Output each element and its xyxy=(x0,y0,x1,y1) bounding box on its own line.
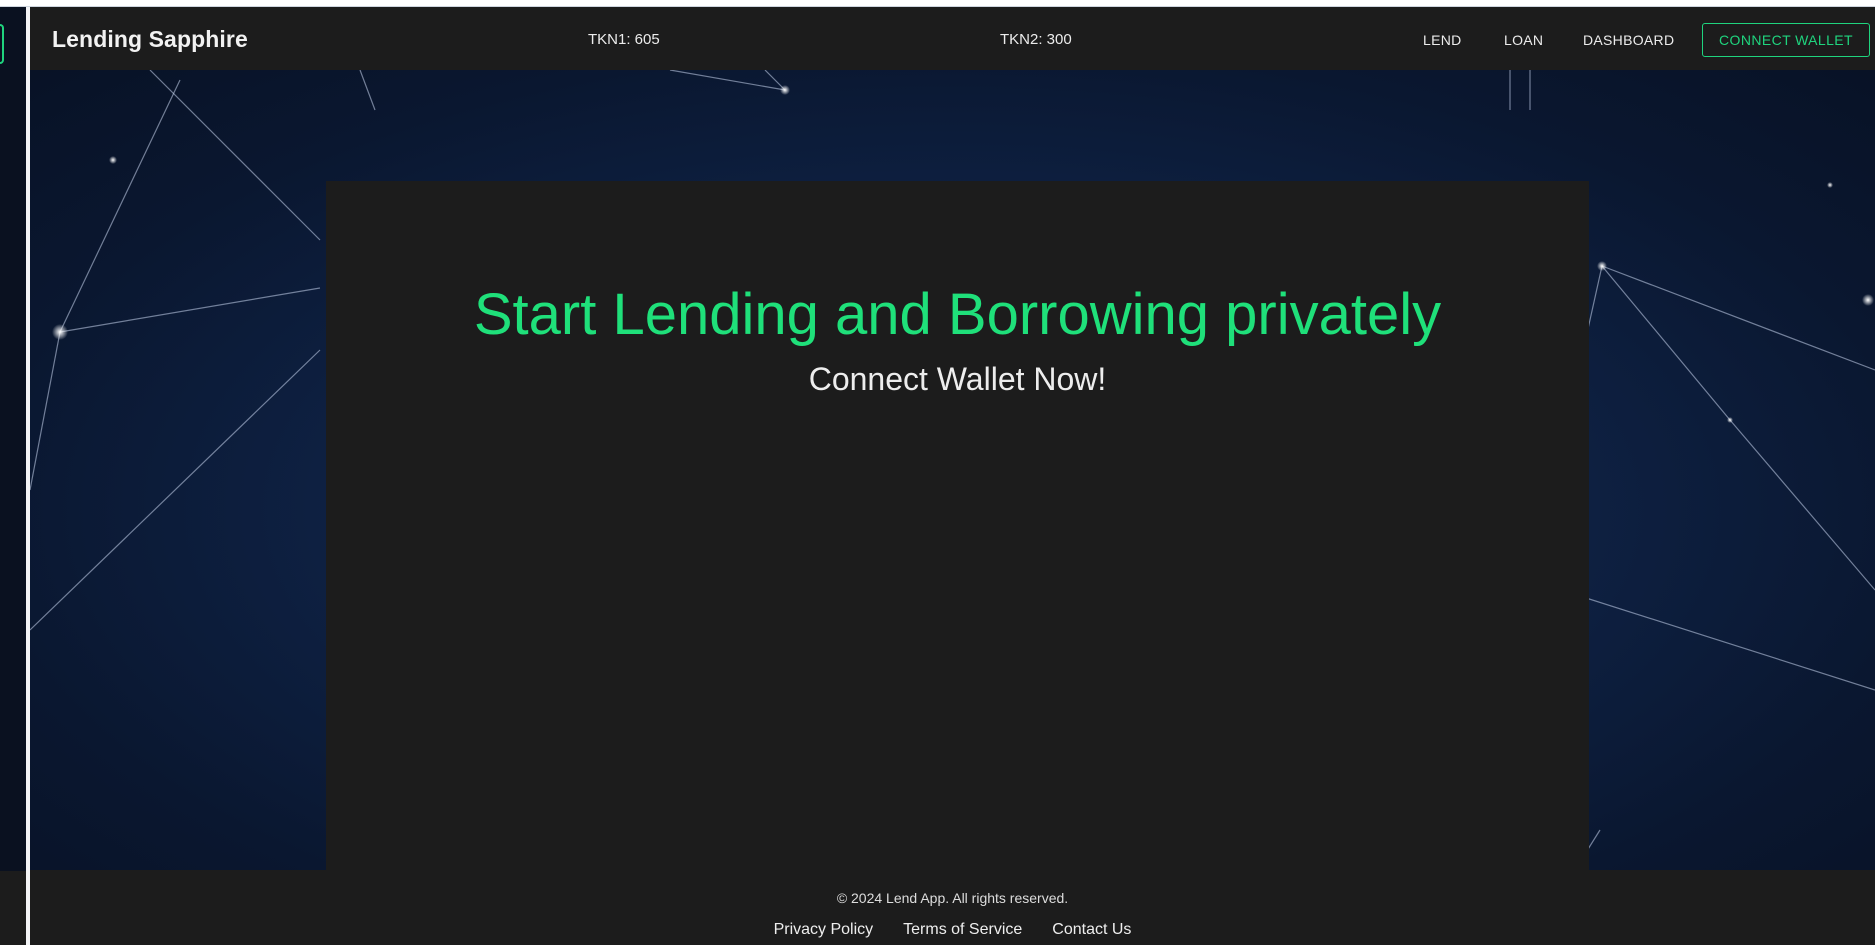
footer-link-contact-us[interactable]: Contact Us xyxy=(1052,921,1131,939)
hero-background: Start Lending and Borrowing privately Co… xyxy=(30,70,1875,887)
adjacent-window-strip xyxy=(0,7,26,945)
token-balance-tkn2: TKN2: 300 xyxy=(1000,31,1072,48)
nav-link-lend[interactable]: LEND xyxy=(1423,32,1462,48)
hero-card: Start Lending and Borrowing privately Co… xyxy=(326,181,1589,887)
nav-link-loan[interactable]: LOAN xyxy=(1504,32,1543,48)
app-window: Lending Sapphire TKN1: 605 TKN2: 300 LEN… xyxy=(30,7,1875,945)
token-balance-tkn1: TKN1: 605 xyxy=(588,31,660,48)
brand-logo-text[interactable]: Lending Sapphire xyxy=(52,26,248,53)
hero-subheadline: Connect Wallet Now! xyxy=(808,361,1107,397)
connect-wallet-button[interactable]: CONNECT WALLET xyxy=(1702,23,1870,57)
adjacent-window-button-edge xyxy=(0,24,4,64)
hero-headline: Start Lending and Borrowing privately xyxy=(473,282,1442,347)
nav-link-dashboard[interactable]: DASHBOARD xyxy=(1583,32,1674,48)
window-top-strip xyxy=(0,0,1875,7)
footer-link-privacy-policy[interactable]: Privacy Policy xyxy=(774,921,874,939)
page-footer: © 2024 Lend App. All rights reserved. Pr… xyxy=(30,870,1875,945)
footer-links: Privacy Policy Terms of Service Contact … xyxy=(30,921,1875,939)
footer-link-terms-of-service[interactable]: Terms of Service xyxy=(903,921,1022,939)
adjacent-window-footer xyxy=(0,871,26,945)
top-navbar: Lending Sapphire TKN1: 605 TKN2: 300 LEN… xyxy=(30,7,1875,70)
footer-copyright: © 2024 Lend App. All rights reserved. xyxy=(836,890,1069,906)
